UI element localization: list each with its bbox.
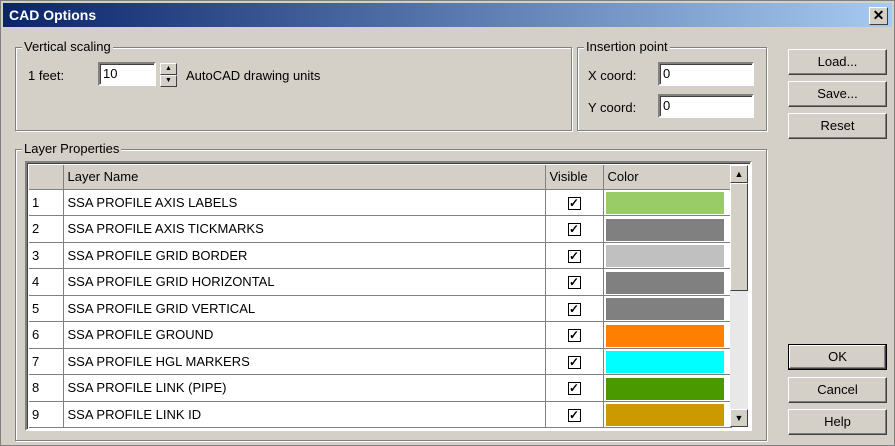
column-header-color[interactable]: Color <box>603 165 732 190</box>
layer-name-cell[interactable]: SSA PROFILE HGL MARKERS <box>63 348 546 375</box>
visible-checkbox[interactable]: ✓ <box>567 355 581 369</box>
layer-name-cell[interactable]: SSA PROFILE AXIS TICKMARKS <box>63 215 546 243</box>
table-row[interactable]: 8 SSA PROFILE LINK (PIPE) ✓ <box>29 374 732 402</box>
color-swatch[interactable] <box>605 218 724 241</box>
row-number: 4 <box>29 268 64 296</box>
visible-cell[interactable]: ✓ <box>545 242 604 269</box>
cancel-button[interactable]: Cancel <box>788 377 887 403</box>
vertical-scrollbar[interactable]: ▲ ▼ <box>730 165 748 427</box>
visible-checkbox[interactable]: ✓ <box>567 302 581 316</box>
layer-name-cell[interactable]: SSA PROFILE GROUND <box>63 321 546 349</box>
visible-cell[interactable]: ✓ <box>545 268 604 296</box>
visible-checkbox[interactable]: ✓ <box>567 196 581 210</box>
spin-up-button[interactable]: ▲ <box>160 63 177 75</box>
visible-checkbox[interactable]: ✓ <box>567 276 581 290</box>
close-icon[interactable]: ✕ <box>869 7 888 25</box>
row-number: 2 <box>29 215 64 243</box>
visible-cell[interactable]: ✓ <box>545 295 604 322</box>
save-button[interactable]: Save... <box>788 81 887 107</box>
load-button[interactable]: Load... <box>788 49 887 75</box>
color-cell[interactable] <box>603 295 732 322</box>
insertion-point-group: Insertion point X coord: 0 Y coord: 0 <box>577 39 767 131</box>
layer-table: Layer Name Visible Color 1 SSA PROFILE AX… <box>29 165 732 428</box>
visible-checkbox[interactable]: ✓ <box>567 249 581 263</box>
scroll-thumb[interactable] <box>730 183 748 291</box>
vertical-scaling-group: Vertical scaling 1 feet: 10 ▲ ▼ AutoCAD … <box>15 39 572 131</box>
row-number: 9 <box>29 401 64 428</box>
cad-options-dialog: CAD Options ✕ Vertical scaling 1 feet: 1… <box>0 0 895 446</box>
row-number: 6 <box>29 321 64 349</box>
row-number: 3 <box>29 242 64 269</box>
row-number: 1 <box>29 189 64 216</box>
visible-cell[interactable]: ✓ <box>545 321 604 349</box>
column-header-layer-name[interactable]: Layer Name <box>63 165 546 190</box>
visible-cell[interactable]: ✓ <box>545 374 604 402</box>
y-coord-label: Y coord: <box>588 100 637 115</box>
table-row[interactable]: 7 SSA PROFILE HGL MARKERS ✓ <box>29 348 732 375</box>
color-cell[interactable] <box>603 348 732 375</box>
color-swatch[interactable] <box>605 192 724 215</box>
units-label: AutoCAD drawing units <box>186 68 321 83</box>
visible-cell[interactable]: ✓ <box>545 189 604 216</box>
help-button[interactable]: Help <box>788 409 887 435</box>
layer-name-cell[interactable]: SSA PROFILE LINK ID <box>63 401 546 428</box>
row-number: 8 <box>29 374 64 402</box>
visible-cell[interactable]: ✓ <box>545 401 604 428</box>
color-cell[interactable] <box>603 189 732 216</box>
table-row[interactable]: 3 SSA PROFILE GRID BORDER ✓ <box>29 242 732 269</box>
layer-name-cell[interactable]: SSA PROFILE GRID HORIZONTAL <box>63 268 546 296</box>
table-row[interactable]: 2 SSA PROFILE AXIS TICKMARKS ✓ <box>29 215 732 243</box>
table-row[interactable]: 6 SSA PROFILE GROUND ✓ <box>29 321 732 349</box>
table-row[interactable]: 1 SSA PROFILE AXIS LABELS ✓ <box>29 189 732 216</box>
color-swatch[interactable] <box>605 271 724 294</box>
color-cell[interactable] <box>603 401 732 428</box>
visible-cell[interactable]: ✓ <box>545 215 604 243</box>
color-cell[interactable] <box>603 321 732 349</box>
x-coord-label: X coord: <box>588 68 637 83</box>
title-bar: CAD Options ✕ <box>3 3 892 27</box>
layer-name-cell[interactable]: SSA PROFILE AXIS LABELS <box>63 189 546 216</box>
ok-button[interactable]: OK <box>788 344 887 370</box>
table-row[interactable]: 4 SSA PROFILE GRID HORIZONTAL ✓ <box>29 268 732 296</box>
color-swatch[interactable] <box>605 245 724 268</box>
color-swatch[interactable] <box>605 351 724 374</box>
color-cell[interactable] <box>603 215 732 243</box>
color-cell[interactable] <box>603 374 732 402</box>
vertical-scaling-legend: Vertical scaling <box>22 39 113 54</box>
visible-checkbox[interactable]: ✓ <box>567 408 581 422</box>
row-number: 5 <box>29 295 64 322</box>
window-title: CAD Options <box>9 7 97 23</box>
visible-checkbox[interactable]: ✓ <box>567 382 581 396</box>
color-cell[interactable] <box>603 242 732 269</box>
feet-input[interactable]: 10 <box>98 62 156 86</box>
layer-properties-legend: Layer Properties <box>22 141 122 156</box>
layer-name-cell[interactable]: SSA PROFILE GRID BORDER <box>63 242 546 269</box>
layer-grid[interactable]: Layer Name Visible Color 1 SSA PROFILE AX… <box>25 161 752 431</box>
row-number: 7 <box>29 348 64 375</box>
y-coord-input[interactable]: 0 <box>658 94 754 118</box>
layer-name-cell[interactable]: SSA PROFILE GRID VERTICAL <box>63 295 546 322</box>
spin-down-button[interactable]: ▼ <box>160 75 177 87</box>
column-header-index <box>29 165 64 190</box>
color-swatch[interactable] <box>605 298 724 321</box>
visible-checkbox[interactable]: ✓ <box>567 329 581 343</box>
color-swatch[interactable] <box>605 324 724 347</box>
feet-label: 1 feet: <box>28 68 65 83</box>
visible-cell[interactable]: ✓ <box>545 348 604 375</box>
scroll-down-arrow-icon[interactable]: ▼ <box>730 409 748 427</box>
layer-name-cell[interactable]: SSA PROFILE LINK (PIPE) <box>63 374 546 402</box>
x-coord-input[interactable]: 0 <box>658 62 754 86</box>
color-cell[interactable] <box>603 268 732 296</box>
table-header-row: Layer Name Visible Color <box>29 165 732 190</box>
table-row[interactable]: 9 SSA PROFILE LINK ID ✓ <box>29 401 732 428</box>
scroll-up-arrow-icon[interactable]: ▲ <box>730 165 748 183</box>
insertion-point-legend: Insertion point <box>584 39 670 54</box>
table-row[interactable]: 5 SSA PROFILE GRID VERTICAL ✓ <box>29 295 732 322</box>
color-swatch[interactable] <box>605 404 724 427</box>
color-swatch[interactable] <box>605 377 724 400</box>
visible-checkbox[interactable]: ✓ <box>567 223 581 237</box>
reset-button[interactable]: Reset <box>788 113 887 139</box>
column-header-visible[interactable]: Visible <box>545 165 604 190</box>
